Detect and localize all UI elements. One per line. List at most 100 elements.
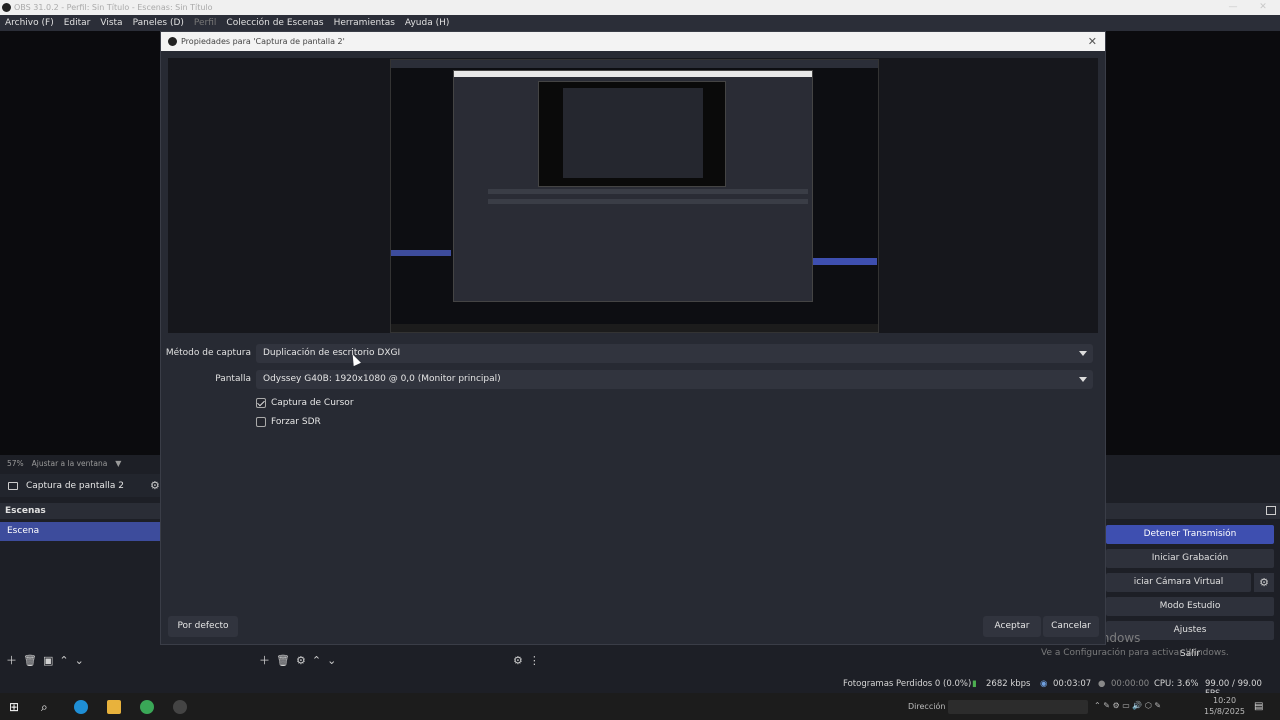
ok-button[interactable]: Aceptar (983, 616, 1041, 637)
search-icon[interactable]: ⌕ (41, 700, 55, 714)
thumb-dialog (453, 70, 813, 302)
display-select[interactable]: Odyssey G40B: 1920x1080 @ 0,0 (Monitor p… (256, 370, 1093, 389)
taskbar: ⊞ ⌕ Dirección ⌃ ✎ ⚙ ▭ 🔊 ⬡ ✎ 10:20 15/8/2… (0, 693, 1280, 720)
menu-view[interactable]: Vista (100, 18, 122, 28)
capture-method-select[interactable]: Duplicación de escritorio DXGI (256, 344, 1093, 363)
capture-preview (168, 58, 1098, 333)
record-icon: ● (1098, 679, 1106, 689)
capture-method-value: Duplicación de escritorio DXGI (263, 348, 401, 358)
menu-docks[interactable]: Paneles (D) (133, 18, 184, 28)
gear-icon[interactable]: ⚙ (513, 654, 523, 667)
app-title: OBS 31.0.2 - Perfil: Sin Título - Escena… (14, 3, 213, 12)
stream-time: 00:03:07 (1053, 679, 1092, 689)
notification-icon[interactable]: ▤ (1254, 701, 1263, 712)
clock-time: 10:20 (1213, 696, 1237, 705)
gear-icon[interactable]: ⚙ (150, 479, 160, 492)
menu-scene-collection[interactable]: Colección de Escenas (226, 18, 323, 28)
thumb-dialog-preview (538, 81, 726, 187)
capture-cursor-label: Captura de Cursor (271, 398, 354, 408)
thumb-menu (391, 60, 878, 68)
gear-icon[interactable]: ⚙ (296, 654, 306, 667)
tray-icons[interactable]: ⌃ ✎ ⚙ ▭ 🔊 ⬡ ✎ (1094, 701, 1161, 710)
capture-method-label: Método de captura (165, 348, 251, 358)
windows-start-icon[interactable]: ⊞ (9, 700, 23, 714)
dropped-frames: Fotogramas Perdidos 0 (0.0%) (843, 679, 972, 689)
minimize-icon[interactable]: — (1218, 0, 1248, 15)
force-sdr-row[interactable]: Forzar SDR (256, 415, 321, 429)
add-icon[interactable]: ＋ (6, 652, 17, 668)
edge-icon[interactable] (74, 700, 88, 714)
captured-screen-thumbnail (390, 59, 879, 333)
obs-logo-icon (2, 3, 11, 12)
selected-source-bar[interactable]: Captura de pantalla 2 ⚙ (0, 474, 164, 497)
scenes-toolbar: ＋ 🗑 ▣ ⌃ ⌄ (6, 650, 84, 670)
defaults-button[interactable]: Por defecto (168, 616, 238, 637)
chevron-down-icon[interactable]: ▼ (115, 459, 121, 468)
studio-mode-button[interactable]: Modo Estudio (1106, 597, 1274, 616)
menu-file[interactable]: Archivo (F) (5, 18, 54, 28)
trash-icon[interactable]: 🗑 (23, 654, 37, 667)
thumb-nested-preview (563, 88, 703, 178)
close-icon[interactable]: ✕ (1088, 32, 1097, 51)
more-icon[interactable]: ⋮ (529, 654, 540, 667)
virtual-camera-button[interactable]: iciar Cámara Virtual (1106, 573, 1251, 592)
mixer-toolbar: ⚙ ⋮ (513, 650, 540, 670)
dialog-title: Propiedades para 'Captura de pantalla 2' (181, 37, 345, 46)
obs-taskbar-icon[interactable] (173, 700, 187, 714)
thumb-combo (488, 189, 808, 194)
zoom-bar[interactable]: 57% Ajustar a la ventana ▼ (0, 456, 160, 470)
chrome-icon[interactable] (140, 700, 154, 714)
sources-toolbar: ＋ 🗑 ⚙ ⌃ ⌄ (259, 650, 336, 670)
menu-tools[interactable]: Herramientas (334, 18, 395, 28)
force-sdr-checkbox[interactable] (256, 417, 266, 427)
display-label: Pantalla (215, 374, 251, 384)
capture-cursor-row[interactable]: Captura de Cursor (256, 396, 354, 410)
status-bar: Fotogramas Perdidos 0 (0.0%) ▮ 2682 kbps… (0, 675, 1280, 699)
cancel-button[interactable]: Cancelar (1043, 616, 1099, 637)
force-sdr-label: Forzar SDR (271, 417, 321, 427)
signal-icon: ▮ (972, 679, 977, 689)
record-time: 00:00:00 (1111, 679, 1150, 689)
dialog-title-bar: Propiedades para 'Captura de pantalla 2'… (161, 32, 1105, 51)
zoom-level: 57% (7, 458, 24, 468)
filter-icon[interactable]: ▣ (43, 654, 53, 667)
selected-source-name: Captura de pantalla 2 (26, 480, 125, 491)
chevron-up-icon[interactable]: ⌃ (312, 654, 321, 667)
thumb-active-button (813, 258, 877, 265)
menu-edit[interactable]: Editar (64, 18, 91, 28)
obs-logo-icon (168, 37, 177, 46)
menu-profile[interactable]: Perfil (194, 18, 217, 28)
file-explorer-icon[interactable] (107, 700, 121, 714)
address-label: Dirección (908, 702, 946, 711)
chevron-down-icon[interactable]: ⌄ (327, 654, 336, 667)
menu-help[interactable]: Ayuda (H) (405, 18, 449, 28)
add-icon[interactable]: ＋ (259, 652, 270, 668)
chevron-down-icon[interactable]: ⌄ (75, 654, 84, 667)
capture-cursor-checkbox[interactable] (256, 398, 266, 408)
gear-icon[interactable]: ⚙ (1254, 573, 1274, 592)
start-recording-button[interactable]: Iniciar Grabación (1106, 549, 1274, 568)
dock-float-icon[interactable] (1266, 506, 1276, 515)
thumb-dialog-titlebar (454, 71, 812, 77)
thumb-scene (391, 250, 451, 256)
activate-windows-subtitle: Ve a Configuración para activar Windows. (1041, 648, 1229, 658)
trash-icon[interactable]: 🗑 (276, 654, 290, 667)
scene-item[interactable]: Escena (0, 522, 160, 541)
thumb-combo (488, 199, 808, 204)
chevron-down-icon (1079, 351, 1087, 356)
stop-streaming-button[interactable]: Detener Transmisión (1106, 525, 1274, 544)
close-window-icon[interactable]: ✕ (1248, 0, 1278, 15)
clock-date: 15/8/2025 (1204, 707, 1246, 716)
chevron-down-icon (1079, 377, 1087, 382)
bitrate: 2682 kbps (986, 679, 1031, 689)
controls-header (1106, 503, 1280, 519)
chevron-up-icon[interactable]: ⌃ (59, 654, 68, 667)
address-input[interactable] (948, 700, 1088, 714)
monitor-icon (8, 481, 18, 490)
thumb-taskbar (391, 324, 878, 332)
app-title-bar: OBS 31.0.2 - Perfil: Sin Título - Escena… (0, 0, 1280, 15)
cpu-usage: CPU: 3.6% (1154, 679, 1199, 689)
display-value: Odyssey G40B: 1920x1080 @ 0,0 (Monitor p… (263, 374, 501, 384)
zoom-fit-label: Ajustar a la ventana (31, 458, 108, 468)
scenes-header: Escenas (0, 503, 160, 519)
